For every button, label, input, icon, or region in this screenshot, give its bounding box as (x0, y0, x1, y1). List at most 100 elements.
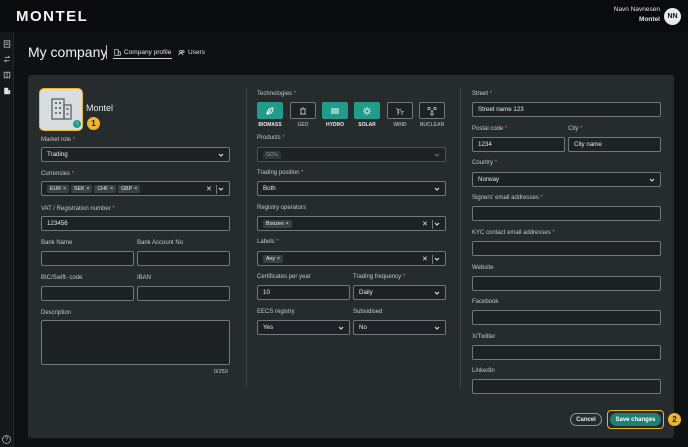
chip-eur[interactable]: EUR × (47, 184, 69, 193)
tech-nuclear[interactable] (419, 102, 445, 119)
clear-icon[interactable]: ✕ (206, 185, 212, 193)
chip-any[interactable]: Any × (263, 254, 283, 263)
eecs-select[interactable]: Yes (257, 320, 350, 335)
description-textarea[interactable] (41, 320, 230, 365)
avatar[interactable]: NN (664, 8, 681, 25)
signers-email-input[interactable] (472, 206, 661, 221)
certificates-input[interactable]: 10 (257, 285, 350, 300)
exchange-icon[interactable] (3, 55, 11, 63)
chip-gos: GO's (263, 150, 281, 159)
city-input[interactable]: City name (568, 137, 661, 152)
chevron-down-icon (434, 325, 440, 331)
linkedin-label: LinkedIn (472, 368, 495, 374)
technologies-label: Technologies * (257, 91, 297, 97)
column-divider (246, 88, 247, 388)
tech-label-hydro: HYDRO (325, 122, 345, 128)
clear-icon[interactable]: ✕ (422, 255, 428, 263)
company-name: Montel (86, 103, 114, 113)
products-select[interactable]: GO's (257, 147, 446, 162)
sun-icon (362, 106, 372, 115)
vat-label: VAT / Registration number * (41, 206, 115, 212)
website-label: Website (472, 265, 494, 271)
currencies-multiselect[interactable]: EUR × SEK × CHF × GBP × ✕ (41, 181, 230, 196)
bank-account-input[interactable] (137, 251, 230, 266)
tech-wind[interactable] (387, 102, 413, 119)
chevron-down-icon (218, 186, 224, 192)
upload-icon[interactable]: ↑ (72, 119, 82, 129)
country-select[interactable]: Norway (472, 172, 661, 187)
clear-icon[interactable]: ✕ (422, 220, 428, 228)
tab-users[interactable]: Users (178, 47, 205, 58)
chevron-down-icon (434, 186, 440, 192)
kyc-email-input[interactable] (472, 241, 661, 256)
tech-label-solar: SOLAR (358, 122, 376, 128)
iban-input[interactable] (137, 286, 230, 301)
signers-email-label: Signers' email addresses * (472, 195, 543, 201)
chevron-down-icon (218, 152, 224, 158)
cancel-button[interactable]: Cancel (570, 413, 602, 426)
document-icon[interactable] (3, 40, 11, 48)
trading-position-label: Trading position * (257, 170, 304, 176)
tab-company-profile[interactable]: Company profile (114, 47, 171, 58)
trading-position-select[interactable]: Both (257, 181, 446, 196)
atom-icon (427, 106, 437, 116)
chip-sek[interactable]: SEK × (70, 184, 93, 193)
chevron-down-icon (649, 177, 655, 183)
tab-label: Company profile (124, 49, 172, 56)
tech-geo[interactable] (290, 102, 316, 119)
save-changes-button[interactable]: Save changes (610, 413, 661, 426)
street-label: Street * (472, 91, 493, 97)
help-icon[interactable]: ? (2, 435, 11, 444)
wind-icon (395, 107, 405, 115)
book-icon[interactable] (3, 71, 11, 79)
bic-input[interactable] (41, 286, 134, 301)
description-label: Description (41, 310, 72, 316)
chevron-down-icon (338, 325, 344, 331)
vat-input[interactable]: 123456 (41, 216, 230, 231)
market-role-select[interactable]: Trading (41, 147, 230, 162)
callout-badge-1: 1 (87, 117, 100, 130)
chip-chf[interactable]: CHF × (94, 184, 117, 193)
tech-solar[interactable] (354, 102, 380, 119)
kyc-email-label: KYC contact email addresses * (472, 230, 555, 236)
registry-operators-select[interactable]: Bonzen × ✕ (257, 216, 446, 231)
facebook-input[interactable] (472, 310, 661, 325)
website-input[interactable] (472, 276, 661, 291)
twitter-input[interactable] (472, 345, 661, 360)
iban-label: IBAN (137, 275, 152, 281)
chevron-down-icon (434, 256, 440, 262)
app-window: MONTEL Navn Navnesen Montel NN ? My comp… (0, 0, 688, 447)
street-input[interactable]: Street name 123 (472, 102, 661, 117)
chip-gbp[interactable]: GBP × (118, 184, 141, 193)
trading-frequency-select[interactable]: Daily (353, 285, 446, 300)
tech-biomass[interactable] (257, 102, 283, 119)
postal-code-label: Postal code * (472, 126, 508, 132)
chip-bonzen[interactable]: Bonzen × (263, 219, 292, 228)
tech-label-biomass: BIOMASS (258, 122, 282, 128)
bic-label: BIC/Swift- code (41, 275, 83, 281)
postal-code-input[interactable]: 1234 (472, 137, 565, 152)
brand-logo[interactable]: MONTEL (16, 8, 88, 25)
trading-frequency-label: Trading frequency * (353, 274, 406, 280)
building-icon (47, 95, 75, 123)
building-icon[interactable] (3, 87, 11, 95)
labels-label: Labels * (257, 239, 279, 245)
labels-select[interactable]: Any × ✕ (257, 251, 446, 266)
linkedin-input[interactable] (472, 379, 661, 394)
divider (432, 255, 433, 264)
callout-badge-2: 2 (668, 413, 681, 426)
certificates-label: Certificates per year (257, 274, 311, 280)
column-divider (460, 88, 461, 388)
tab-active-indicator (113, 58, 172, 59)
bank-name-input[interactable] (41, 251, 134, 266)
geo-icon (300, 106, 306, 114)
city-label: City * (568, 126, 583, 132)
tab-label: Users (188, 49, 205, 56)
tech-hydro[interactable] (322, 102, 348, 119)
twitter-label: X/Twitter (472, 334, 496, 340)
divider (432, 220, 433, 229)
products-label: Products * (257, 135, 285, 141)
subsidised-select[interactable]: No (353, 320, 446, 335)
market-role-label: Market role * (41, 137, 76, 143)
leaf-icon (266, 107, 274, 114)
